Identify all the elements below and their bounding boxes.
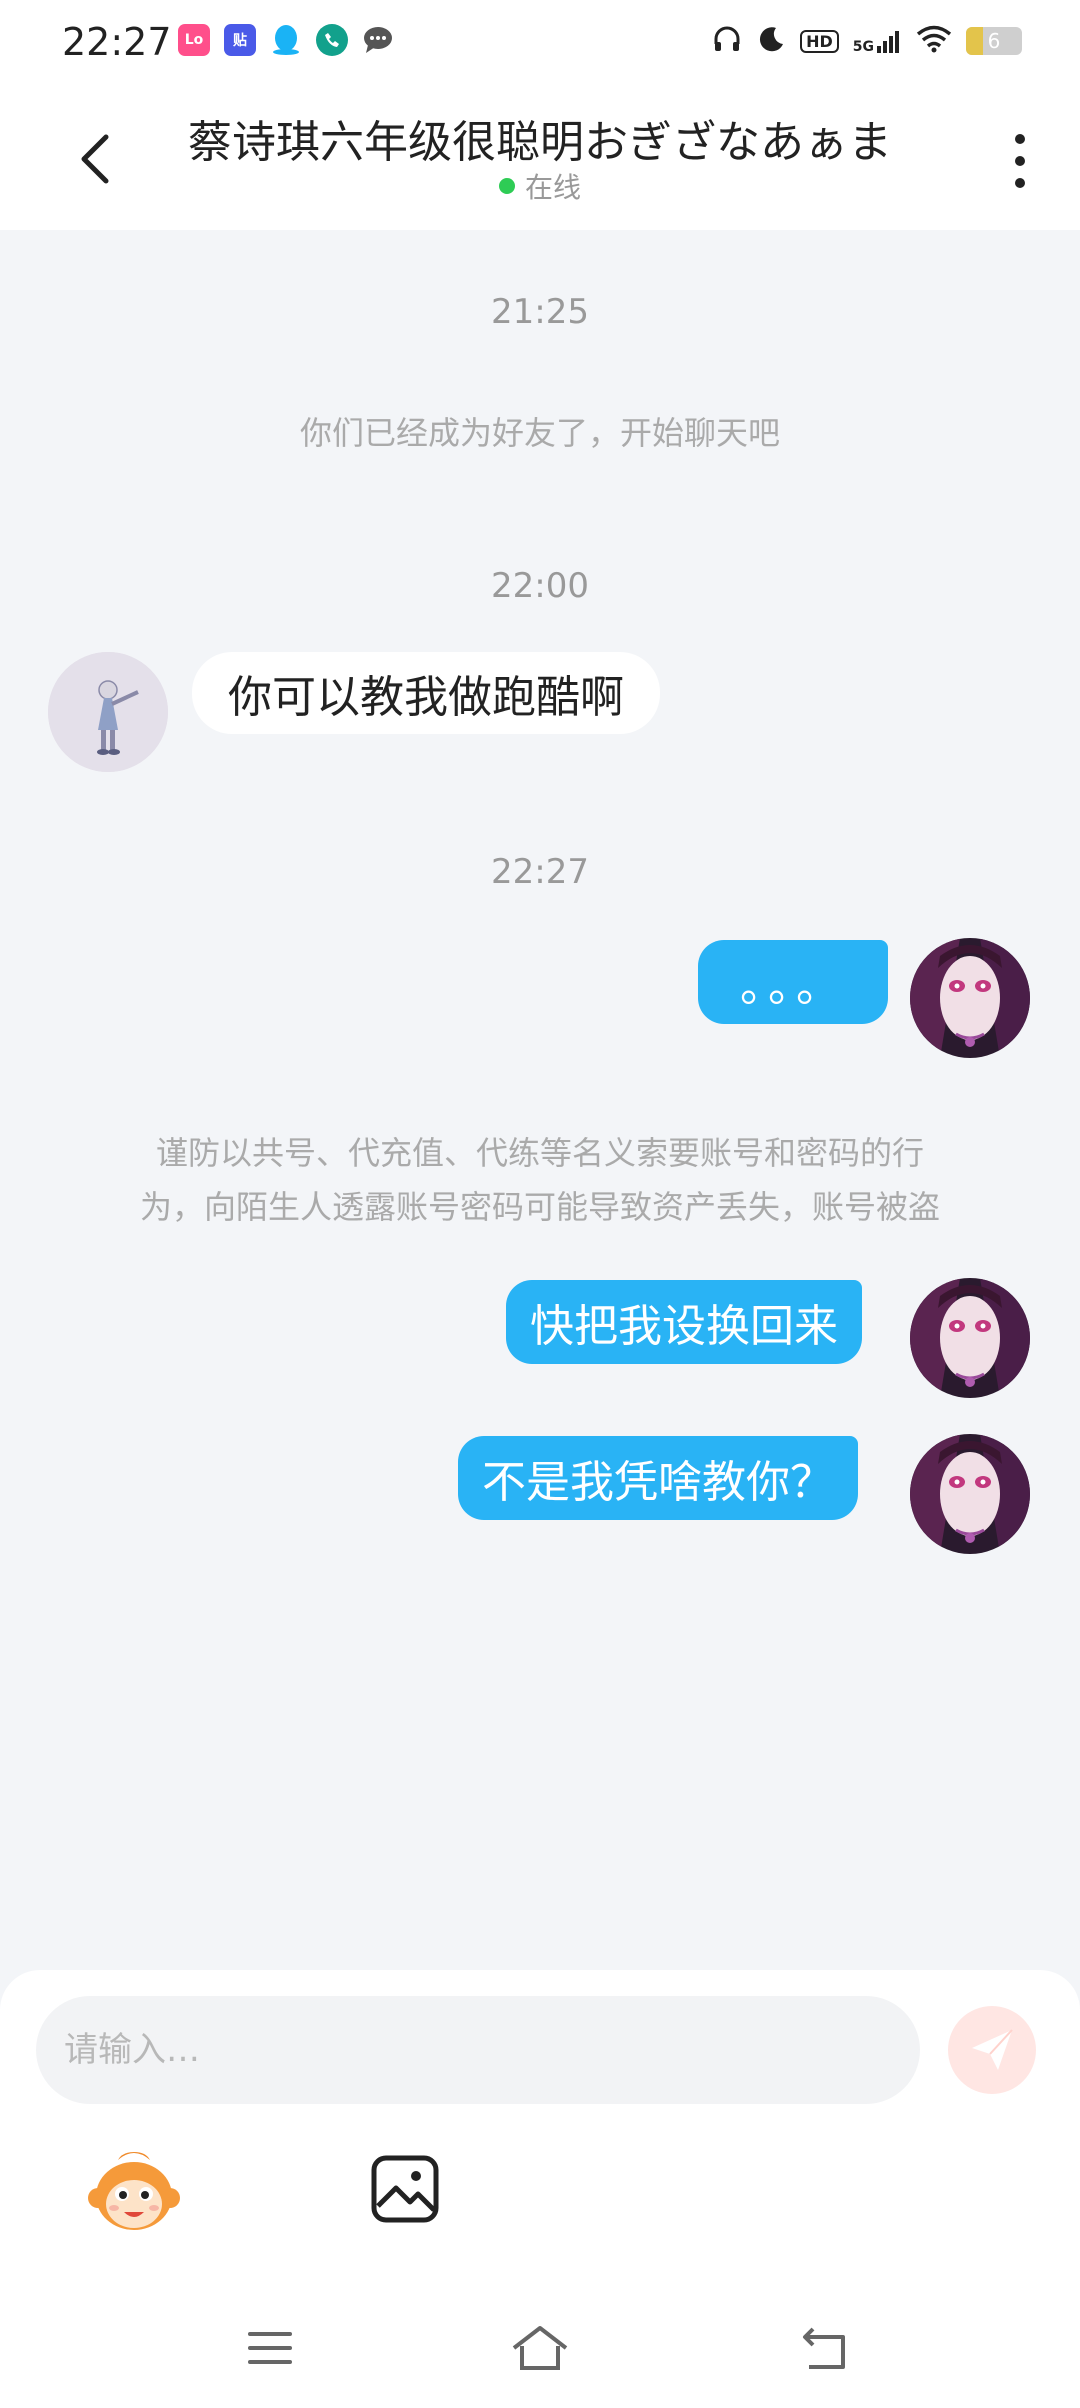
battery-icon: 6: [966, 27, 1022, 55]
message-input[interactable]: [36, 1996, 920, 2104]
wifi-icon: [916, 25, 952, 57]
return-icon: [803, 2327, 845, 2369]
status-app-icons: Lo 贴: [178, 24, 394, 56]
image-icon: [371, 2155, 439, 2223]
lofter-app-icon: Lo: [178, 24, 210, 56]
more-options-button[interactable]: [1000, 126, 1040, 196]
menu-icon: [248, 2332, 292, 2364]
message-timestamp: 22:00: [491, 566, 589, 606]
warning-line: 为，向陌生人透露账号密码可能导致资产丢失，账号被盗: [139, 1188, 940, 1226]
paper-plane-icon: [972, 2029, 1013, 2070]
more-dot-icon: [1015, 156, 1025, 166]
more-dot-icon: [1015, 178, 1025, 188]
system-message-friend: 你们已经成为好友了，开始聊天吧: [299, 414, 780, 452]
image-button[interactable]: [370, 2154, 440, 2224]
message-app-icon: [362, 24, 394, 56]
status-bar: 22:27 Lo 贴 HD 5G 6: [0, 0, 1080, 84]
outgoing-message-bubble[interactable]: 。。。: [698, 940, 888, 1024]
more-dot-icon: [1015, 134, 1025, 144]
my-avatar[interactable]: [910, 1278, 1030, 1398]
nav-home-button[interactable]: [510, 2320, 570, 2376]
nav-back-button[interactable]: [795, 2320, 855, 2376]
monkey-sticker-icon: [88, 2152, 180, 2230]
warning-line: 谨防以共号、代充值、代练等名义索要账号和密码的行: [155, 1134, 924, 1172]
outgoing-message-bubble[interactable]: 不是我凭啥教你？: [458, 1436, 858, 1520]
status-indicators: HD 5G 6: [712, 24, 1022, 58]
headphones-icon: [712, 24, 742, 58]
moon-icon: [756, 24, 786, 58]
message-text: 快把我设换回来: [530, 1301, 838, 1352]
send-button[interactable]: [948, 2006, 1036, 2094]
online-dot-icon: [498, 178, 515, 194]
contact-avatar[interactable]: [48, 652, 168, 772]
qq-app-icon: [270, 24, 302, 56]
my-avatar[interactable]: [910, 1434, 1030, 1554]
chat-title: 蔡诗琪六年级很聪明おぎざなあぁま: [188, 117, 892, 168]
message-timestamp: 22:27: [491, 852, 589, 892]
online-status: 在线: [0, 166, 1080, 206]
message-text: 不是我凭啥教你？: [482, 1457, 834, 1508]
message-text: 。。。: [740, 961, 846, 1012]
cellular-signal-icon: 5G: [853, 28, 902, 54]
my-avatar[interactable]: [910, 938, 1030, 1058]
tieba-app-icon: 贴: [224, 24, 256, 56]
system-message-warning: 谨防以共号、代充值、代练等名义索要账号和密码的行 为，向陌生人透露账号密码可能导…: [80, 1126, 1000, 1234]
nav-menu-button[interactable]: [240, 2320, 300, 2376]
phone-app-icon: [316, 24, 348, 56]
network-type-label: 5G: [852, 39, 874, 55]
status-time: 22:27: [62, 20, 172, 64]
message-text: 你可以教我做跑酷啊: [228, 672, 624, 723]
outgoing-message-bubble[interactable]: 快把我设换回来: [506, 1280, 862, 1364]
hd-badge: HD: [800, 29, 839, 53]
chat-header: 蔡诗琪六年级很聪明おぎざなあぁま 在线: [0, 84, 1080, 230]
message-timestamp: 21:25: [491, 292, 589, 332]
incoming-message-bubble[interactable]: 你可以教我做跑酷啊: [192, 652, 660, 734]
battery-level: 6: [987, 29, 1001, 53]
home-icon: [512, 2326, 568, 2370]
sticker-button[interactable]: [88, 2150, 180, 2234]
online-status-text: 在线: [524, 171, 581, 204]
